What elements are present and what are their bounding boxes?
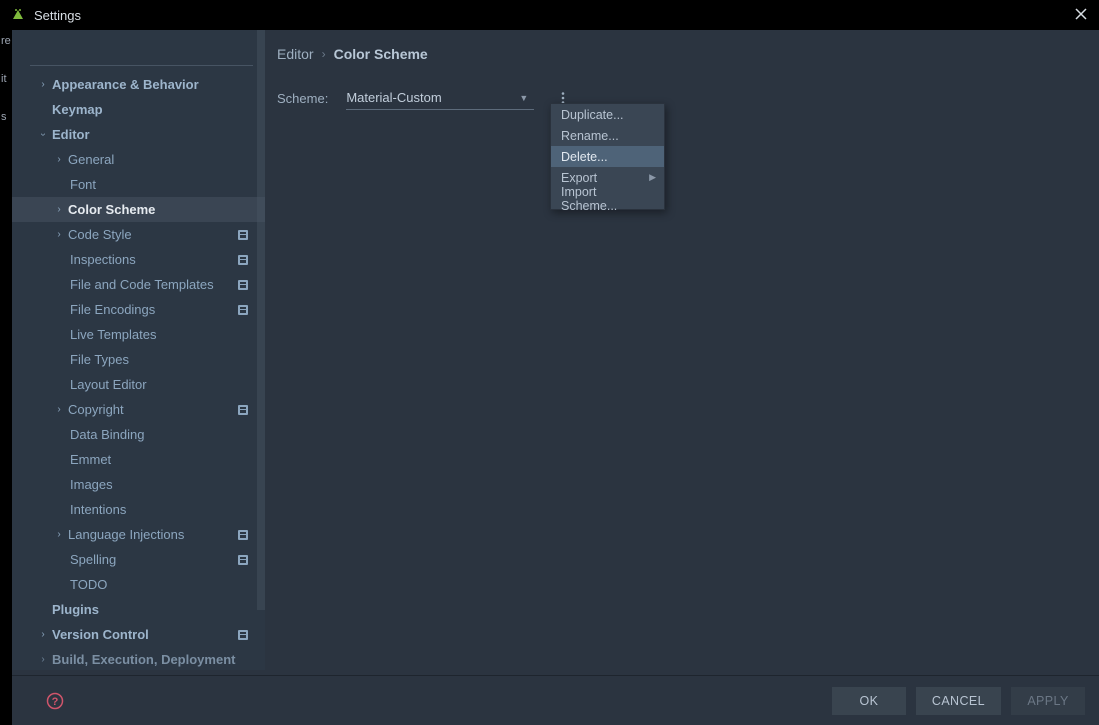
tree-version-control[interactable]: › Version Control	[12, 622, 265, 647]
tree-layout-editor[interactable]: Layout Editor	[12, 372, 265, 397]
dialog-content: › Appearance & Behavior Keymap › Editor …	[12, 30, 1099, 725]
chevron-right-icon: ›	[54, 404, 64, 415]
tree-appearance-behavior[interactable]: › Appearance & Behavior	[12, 72, 265, 97]
scheme-dropdown[interactable]: Material-Custom ▼	[346, 86, 534, 110]
titlebar: Settings	[0, 0, 1099, 30]
ok-button[interactable]: OK	[832, 687, 906, 715]
chevron-right-icon: ›	[54, 204, 64, 215]
project-level-icon	[237, 629, 251, 641]
tree-copyright[interactable]: › Copyright	[12, 397, 265, 422]
breadcrumb: Editor › Color Scheme	[277, 30, 1099, 66]
close-icon[interactable]	[1075, 8, 1089, 22]
settings-sidebar: › Appearance & Behavior Keymap › Editor …	[12, 30, 265, 670]
project-level-icon	[237, 279, 251, 291]
tree-images[interactable]: Images	[12, 472, 265, 497]
chevron-right-icon: ›	[38, 79, 48, 90]
project-level-icon	[237, 254, 251, 266]
tree-code-style[interactable]: › Code Style	[12, 222, 265, 247]
popup-import[interactable]: Import Scheme...	[551, 188, 664, 209]
popup-duplicate[interactable]: Duplicate...	[551, 104, 664, 125]
popup-delete[interactable]: Delete...	[551, 146, 664, 167]
tree-plugins[interactable]: Plugins	[12, 597, 265, 622]
tree-file-types[interactable]: File Types	[12, 347, 265, 372]
dropdown-triangle-icon: ▼	[519, 93, 528, 103]
sidebar-scrollbar[interactable]	[257, 30, 265, 610]
tree-spelling[interactable]: Spelling	[12, 547, 265, 572]
tree-build-execution[interactable]: › Build, Execution, Deployment	[12, 647, 265, 670]
chevron-right-icon: ›	[54, 529, 64, 540]
tree-editor[interactable]: › Editor	[12, 122, 265, 147]
android-studio-icon	[10, 7, 26, 23]
tree-keymap[interactable]: Keymap	[12, 97, 265, 122]
tree-todo[interactable]: TODO	[12, 572, 265, 597]
scheme-value: Material-Custom	[346, 90, 441, 105]
project-level-icon	[237, 304, 251, 316]
scheme-actions-popup: Duplicate... Rename... Delete... Export▶…	[550, 103, 665, 210]
settings-tree: › Appearance & Behavior Keymap › Editor …	[12, 66, 265, 670]
popup-rename[interactable]: Rename...	[551, 125, 664, 146]
chevron-right-icon: ›	[54, 229, 64, 240]
tree-file-encodings[interactable]: File Encodings	[12, 297, 265, 322]
project-level-icon	[237, 229, 251, 241]
breadcrumb-parent[interactable]: Editor	[277, 46, 314, 62]
scheme-row: Scheme: Material-Custom ▼	[277, 86, 1099, 110]
tree-color-scheme[interactable]: › Color Scheme	[12, 197, 265, 222]
tree-general[interactable]: › General	[12, 147, 265, 172]
project-level-icon	[237, 404, 251, 416]
tree-language-injections[interactable]: › Language Injections	[12, 522, 265, 547]
project-level-icon	[237, 529, 251, 541]
main-panel: Editor › Color Scheme Scheme: Material-C…	[277, 30, 1099, 670]
apply-button[interactable]: APPLY	[1011, 687, 1085, 715]
dialog-bottombar: ? OK CANCEL APPLY	[12, 675, 1099, 725]
tree-font[interactable]: Font	[12, 172, 265, 197]
tree-live-templates[interactable]: Live Templates	[12, 322, 265, 347]
tree-inspections[interactable]: Inspections	[12, 247, 265, 272]
window-title: Settings	[34, 8, 1075, 23]
tree-intentions[interactable]: Intentions	[12, 497, 265, 522]
svg-text:?: ?	[52, 696, 59, 708]
cancel-button[interactable]: CANCEL	[916, 687, 1001, 715]
help-button[interactable]: ?	[44, 690, 66, 712]
breadcrumb-current: Color Scheme	[334, 46, 428, 62]
chevron-right-icon: ›	[322, 47, 326, 61]
tree-data-binding[interactable]: Data Binding	[12, 422, 265, 447]
tree-emmet[interactable]: Emmet	[12, 447, 265, 472]
chevron-right-icon: ›	[54, 154, 64, 165]
search-field[interactable]	[30, 30, 253, 66]
scheme-label: Scheme:	[277, 91, 328, 106]
left-gutter: re it s	[0, 30, 12, 725]
chevron-right-icon: ›	[38, 654, 48, 665]
chevron-down-icon: ›	[38, 130, 49, 140]
submenu-arrow-icon: ▶	[649, 172, 656, 183]
settings-window: Settings re it s › Appearance & Behavior	[0, 0, 1099, 725]
tree-file-code-templates[interactable]: File and Code Templates	[12, 272, 265, 297]
project-level-icon	[237, 554, 251, 566]
chevron-right-icon: ›	[38, 629, 48, 640]
